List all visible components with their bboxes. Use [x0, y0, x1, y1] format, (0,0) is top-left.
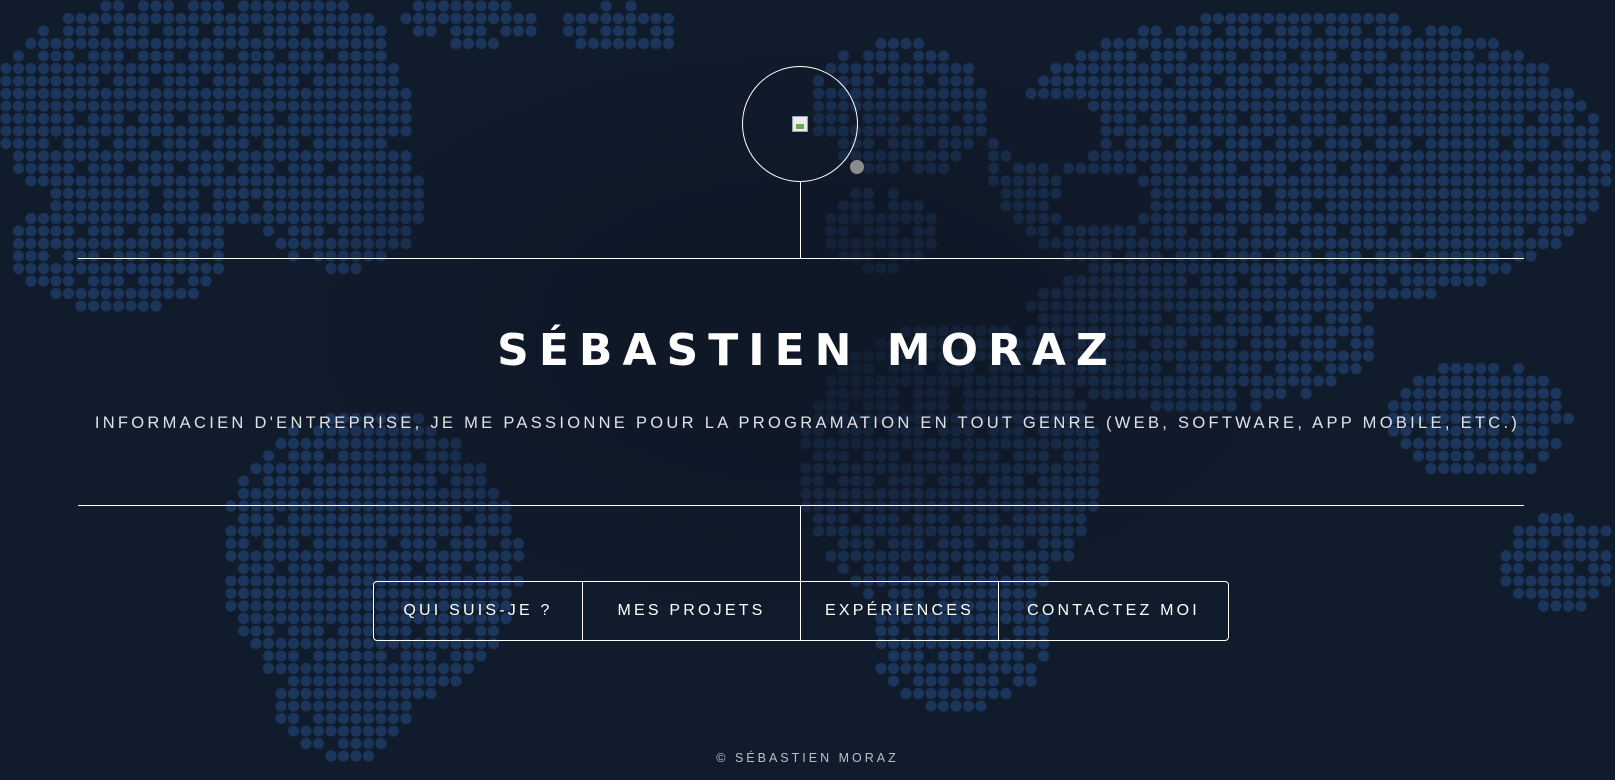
page-tagline: INFORMACIEN D'ENTREPRISE, JE ME PASSIONN… [94, 414, 1521, 432]
broken-image-icon [792, 116, 808, 132]
profile-avatar [742, 66, 858, 182]
nav-item-qui-suis-je[interactable]: QUI SUIS-JE ? [374, 582, 583, 640]
footer-copyright: © SÉBASTIEN MORAZ [716, 751, 899, 765]
nav-item-contactez-moi[interactable]: CONTACTEZ MOI [999, 582, 1228, 640]
indicator-dot [850, 160, 864, 174]
nav-item-mes-projets[interactable]: MES PROJETS [583, 582, 801, 640]
connector-line-bottom [800, 506, 801, 582]
divider-bottom [78, 505, 1524, 506]
divider-top [78, 258, 1524, 259]
nav-item-experiences[interactable]: EXPÉRIENCES [801, 582, 999, 640]
connector-line-top [800, 182, 801, 258]
page-title: SÉBASTIEN MORAZ [497, 325, 1118, 376]
main-nav: QUI SUIS-JE ? MES PROJETS EXPÉRIENCES CO… [373, 581, 1229, 641]
page: SÉBASTIEN MORAZ INFORMACIEN D'ENTREPRISE… [0, 0, 1615, 780]
